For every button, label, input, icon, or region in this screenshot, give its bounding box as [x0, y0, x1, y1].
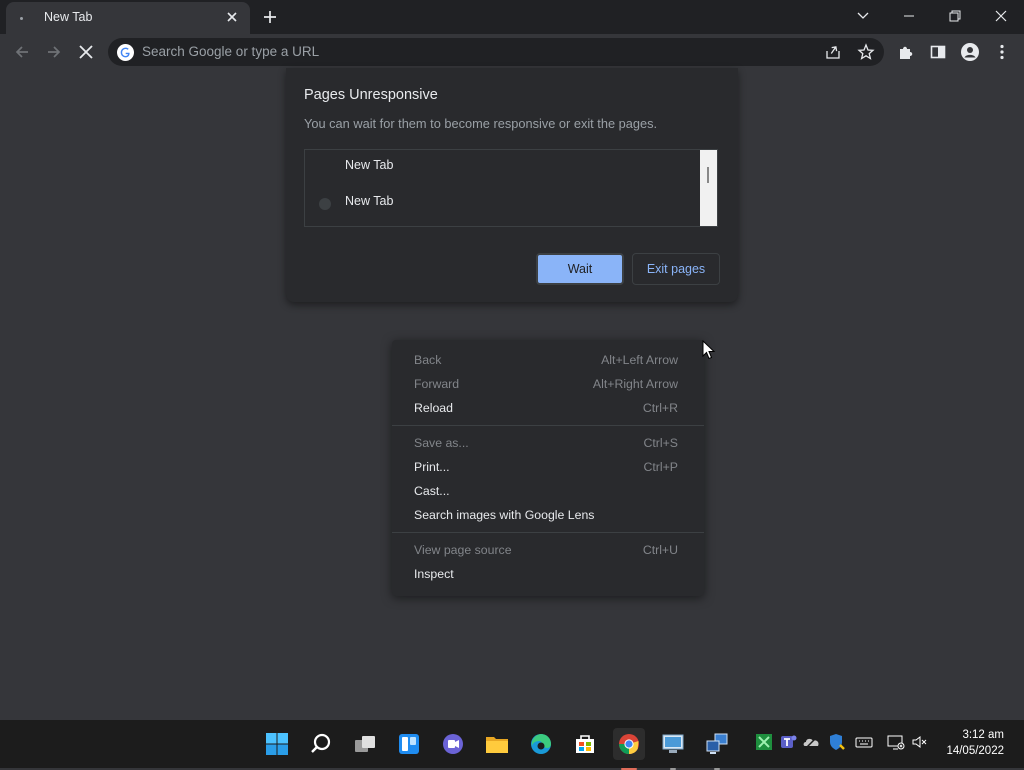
tray-keyboard-icon[interactable] — [854, 732, 876, 754]
page-label: New Tab — [345, 194, 394, 208]
tray-teams-icon[interactable] — [778, 732, 800, 754]
menu-item-google-lens[interactable]: Search images with Google Lens — [392, 503, 704, 527]
tab-new-tab[interactable]: New Tab — [6, 2, 250, 34]
close-window-button[interactable] — [978, 0, 1024, 32]
store-button[interactable] — [569, 728, 601, 760]
clock-date[interactable]: 14/05/2022 — [946, 745, 1004, 757]
list-item[interactable]: New Tab — [305, 152, 701, 182]
menu-item-label: Back — [414, 353, 442, 367]
share-icon[interactable] — [823, 42, 843, 62]
stop-loading-icon[interactable] — [72, 38, 100, 66]
chrome-button[interactable] — [613, 728, 645, 770]
bookmark-star-icon[interactable] — [856, 42, 876, 62]
tray-network-disconnected-icon[interactable] — [886, 732, 908, 754]
clock-time[interactable]: 3:12 am — [962, 729, 1004, 741]
network-computers-icon — [706, 733, 728, 754]
context-menu: Back Alt+Left Arrow Forward Alt+Right Ar… — [392, 340, 704, 596]
widgets-button[interactable] — [393, 728, 425, 760]
pages-unresponsive-dialog: Pages Unresponsive You can wait for them… — [286, 68, 738, 302]
menu-item-back[interactable]: Back Alt+Left Arrow — [392, 348, 704, 372]
edge-button[interactable] — [525, 728, 557, 760]
menu-item-shortcut: Ctrl+R — [642, 401, 678, 415]
search-icon — [311, 733, 331, 753]
windows-taskbar: 3:12 am 14/05/2022 — [0, 720, 1024, 770]
chrome-icon — [618, 734, 639, 755]
remote-desktop-button[interactable] — [657, 728, 689, 770]
menu-item-save-as[interactable]: Save as... Ctrl+S — [392, 431, 704, 455]
task-view-button[interactable] — [349, 728, 381, 760]
side-panel-icon[interactable] — [924, 38, 952, 66]
menu-item-label: Cast... — [414, 484, 450, 498]
remote-desktop-icon — [662, 734, 684, 753]
loading-dot-icon — [20, 17, 23, 20]
menu-item-shortcut: Ctrl+U — [642, 543, 678, 557]
page-label: New Tab — [345, 158, 394, 172]
task-view-icon — [355, 736, 375, 752]
tray-defender-shield-icon[interactable] — [826, 732, 848, 754]
forward-arrow-icon[interactable] — [40, 38, 68, 66]
tab-search-chevron-icon[interactable] — [840, 0, 886, 32]
tab-title: New Tab — [44, 10, 93, 24]
store-icon — [576, 735, 594, 753]
windows-logo-icon — [266, 733, 288, 755]
start-button[interactable] — [261, 728, 293, 760]
menu-kebab-icon[interactable] — [988, 38, 1016, 66]
folder-icon — [486, 737, 508, 753]
tab-close-icon[interactable] — [223, 8, 241, 26]
tab-strip: New Tab — [0, 0, 1024, 34]
menu-item-label: Forward — [414, 377, 460, 391]
menu-item-label: Save as... — [414, 436, 469, 450]
back-arrow-icon[interactable] — [8, 38, 36, 66]
menu-item-reload[interactable]: Reload Ctrl+R — [392, 396, 704, 420]
menu-item-label: Reload — [414, 401, 453, 415]
google-g-icon — [117, 44, 134, 61]
tray-volume-muted-icon[interactable] — [910, 732, 932, 754]
browser-toolbar: Search Google or type a URL — [0, 34, 1024, 70]
page-globe-icon — [319, 198, 331, 210]
list-item[interactable]: New Tab — [305, 188, 701, 218]
teams-chat-button[interactable] — [437, 728, 469, 760]
widgets-icon — [399, 734, 419, 754]
file-explorer-button[interactable] — [481, 728, 513, 760]
dialog-title: Pages Unresponsive — [304, 87, 438, 103]
restore-button[interactable] — [932, 0, 978, 32]
exit-pages-button[interactable]: Exit pages — [632, 253, 720, 285]
network-app-button[interactable] — [701, 728, 733, 770]
tray-onedrive-icon[interactable] — [802, 732, 824, 754]
menu-item-shortcut: Ctrl+S — [643, 436, 678, 450]
menu-item-view-source[interactable]: View page source Ctrl+U — [392, 538, 704, 562]
menu-item-shortcut: Alt+Left Arrow — [601, 353, 678, 367]
menu-separator — [392, 532, 704, 533]
menu-item-cast[interactable]: Cast... — [392, 479, 704, 503]
tray-app-green-icon[interactable] — [754, 732, 776, 754]
unresponsive-pages-list[interactable]: New Tab New Tab — [304, 149, 718, 227]
scrollbar-thumb[interactable] — [707, 167, 709, 183]
address-bar[interactable]: Search Google or type a URL — [108, 38, 884, 66]
menu-item-label: Print... — [414, 460, 450, 474]
wait-button[interactable]: Wait — [536, 253, 624, 285]
search-button[interactable] — [305, 728, 337, 760]
menu-item-label: View page source — [414, 543, 512, 557]
new-tab-button[interactable] — [259, 6, 281, 28]
address-placeholder: Search Google or type a URL — [142, 44, 320, 59]
menu-item-shortcut: Ctrl+P — [643, 460, 678, 474]
menu-item-inspect[interactable]: Inspect — [392, 562, 704, 586]
list-scrollbar[interactable] — [700, 150, 717, 226]
menu-separator — [392, 425, 704, 426]
extensions-puzzle-icon[interactable] — [892, 38, 920, 66]
menu-item-label: Inspect — [414, 567, 454, 581]
teams-chat-icon — [443, 734, 463, 754]
mouse-cursor-icon — [702, 340, 716, 360]
edge-icon — [531, 734, 551, 754]
dialog-message: You can wait for them to become responsi… — [304, 116, 658, 131]
menu-item-forward[interactable]: Forward Alt+Right Arrow — [392, 372, 704, 396]
menu-item-shortcut: Alt+Right Arrow — [592, 377, 678, 391]
menu-item-print[interactable]: Print... Ctrl+P — [392, 455, 704, 479]
profile-avatar-icon[interactable] — [956, 38, 984, 66]
minimize-button[interactable] — [886, 0, 932, 32]
menu-item-label: Search images with Google Lens — [414, 508, 595, 522]
